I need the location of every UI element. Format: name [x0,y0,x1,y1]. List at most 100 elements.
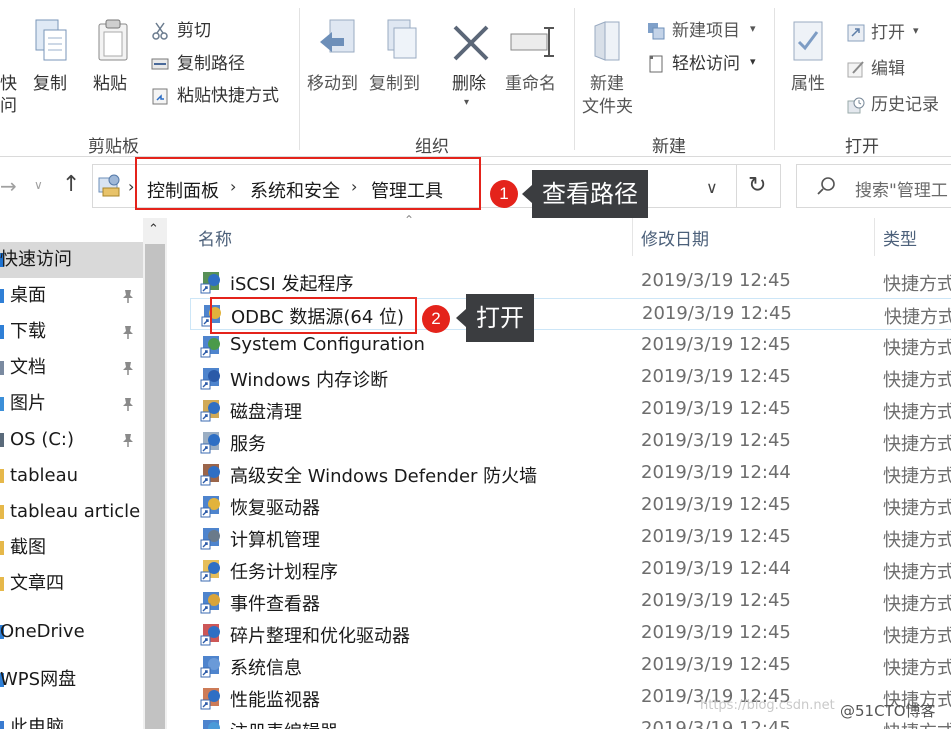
file-row[interactable]: 高级安全 Windows Defender 防火墙 2019/3/19 12:44… [190,458,951,490]
shortcut-app-icon [200,592,220,614]
copy-icon[interactable] [34,18,68,64]
file-row[interactable]: 恢复驱动器 2019/3/19 12:45 快捷方式 [190,490,951,522]
file-row[interactable]: 事件查看器 2019/3/19 12:45 快捷方式 [190,586,951,618]
easy-access-dropdown-chevron-icon[interactable]: ▾ [750,55,756,68]
nav-item[interactable]: 文档 [0,350,143,386]
nav-item[interactable]: 快速访问 [0,242,143,278]
file-row[interactable]: 注册表编辑器2019/3/19 12:45快捷方式 [190,714,951,729]
shortcut-app-icon [200,400,220,422]
column-divider[interactable] [874,218,875,256]
nav-item-label: 桌面 [10,285,46,306]
file-row[interactable]: Windows 内存诊断 2019/3/19 12:45 快捷方式 [190,362,951,394]
open-icon[interactable] [847,24,865,42]
copy-path-icon[interactable] [151,55,169,73]
file-row[interactable]: 碎片整理和优化驱动器 2019/3/19 12:45 快捷方式 [190,618,951,650]
pin-icon[interactable] [120,432,136,448]
folder-icon [0,469,4,483]
new-folder-button-line2[interactable]: 文件夹 [582,97,633,117]
pin-icon[interactable] [120,360,136,376]
nav-item[interactable]: 文章四 [0,566,143,602]
address-history-chevron-icon[interactable]: ∨ [706,178,718,197]
delete-icon[interactable] [452,24,490,62]
nav-item[interactable]: OneDrive [0,614,143,650]
scissors-icon[interactable] [151,22,169,40]
open-dropdown-chevron-icon[interactable]: ▾ [913,24,919,37]
delete-button[interactable]: 删除 [452,74,486,94]
pin-icon[interactable] [120,324,136,340]
new-folder-icon[interactable] [591,18,625,64]
move-to-icon[interactable] [318,18,358,64]
rename-icon[interactable] [509,26,557,60]
file-row[interactable]: 任务计划程序 2019/3/19 12:44 快捷方式 [190,554,951,586]
edit-button[interactable]: 编辑 [871,59,905,79]
copy-to-icon[interactable] [380,18,420,64]
nav-item[interactable]: 下载 [0,314,143,350]
pin-icon[interactable] [120,288,136,304]
nav-item[interactable]: WPS网盘 [0,662,143,698]
history-icon[interactable] [847,96,865,114]
nav-item[interactable]: tableau [0,458,143,494]
watermark-url: https://blog.csdn.net [700,698,835,713]
annotation-arrow [456,309,466,327]
file-row[interactable]: iSCSI 发起程序 2019/3/19 12:45 快捷方式 [190,266,951,298]
nav-item[interactable]: 此电脑 [0,710,143,729]
download-icon [0,325,4,339]
file-row[interactable]: System Configuration 2019/3/19 12:45 快捷方式 [190,330,951,362]
open-button[interactable]: 打开 [871,23,905,43]
properties-icon[interactable] [792,20,826,64]
file-row[interactable]: 计算机管理 2019/3/19 12:45 快捷方式 [190,522,951,554]
recent-locations-chevron-icon[interactable]: ∨ [34,178,43,192]
file-row[interactable]: 服务 2019/3/19 12:45 快捷方式 [190,426,951,458]
shortcut-app-icon [200,496,220,518]
column-header-name[interactable]: 名称 [198,225,232,250]
nav-item[interactable]: 截图 [0,530,143,566]
nav-scrollbar-thumb[interactable] [145,244,165,729]
new-item-icon[interactable] [647,22,665,40]
pin-quick-access-label-1[interactable]: 快 [0,74,17,94]
new-item-button[interactable]: 新建项目 [672,21,740,41]
paste-button[interactable]: 粘贴 [93,74,127,94]
file-name: 性能监视器 [230,690,320,711]
forward-arrow-icon[interactable]: → [0,174,17,198]
delete-dropdown-chevron-icon[interactable]: ▾ [464,97,469,108]
sort-ascending-chevron-icon[interactable]: ⌃ [404,213,414,227]
history-button[interactable]: 历史记录 [871,95,939,115]
shortcut-app-icon [200,688,220,710]
file-row[interactable]: 磁盘清理 2019/3/19 12:45 快捷方式 [190,394,951,426]
ribbon: 快 问 复制 粘贴 剪切 复制路径 粘贴快捷方式 剪贴板 移动到 复制到 删除 … [0,0,951,157]
up-arrow-icon[interactable]: ↑ [62,172,80,197]
scroll-up-chevron-icon[interactable]: ⌃ [148,222,159,237]
breadcrumb-separator-icon[interactable]: › [128,177,134,196]
column-divider[interactable] [632,218,633,256]
pin-icon[interactable] [120,396,136,412]
paste-shortcut-button[interactable]: 粘贴快捷方式 [177,86,279,106]
file-row[interactable]: 性能监视器 2019/3/19 12:45 快捷方式 [190,682,951,714]
move-to-button[interactable]: 移动到 [307,74,358,94]
drive-icon [0,433,4,447]
nav-item[interactable]: 图片 [0,386,143,422]
file-date: 2019/3/19 12:45 [641,622,791,643]
paste-shortcut-icon[interactable] [151,87,169,105]
paste-icon[interactable] [96,18,130,64]
easy-access-icon[interactable] [647,55,665,73]
nav-item[interactable]: OS (C:) [0,422,143,458]
copy-path-button[interactable]: 复制路径 [177,54,245,74]
rename-button[interactable]: 重命名 [505,74,556,94]
new-item-dropdown-chevron-icon[interactable]: ▾ [750,22,756,35]
nav-item[interactable]: tableau article [0,494,143,530]
shortcut-app-icon [200,432,220,454]
column-header-date[interactable]: 修改日期 [641,225,709,250]
refresh-icon[interactable]: ↻ [748,173,766,198]
nav-item[interactable]: 桌面 [0,278,143,314]
file-row[interactable]: 系统信息 2019/3/19 12:45 快捷方式 [190,650,951,682]
easy-access-button[interactable]: 轻松访问 [672,54,740,74]
column-header-type[interactable]: 类型 [883,225,917,250]
properties-button[interactable]: 属性 [791,74,825,94]
edit-icon[interactable] [847,60,865,78]
cut-button[interactable]: 剪切 [177,21,211,41]
copy-button[interactable]: 复制 [33,74,67,94]
pin-quick-access-label-2[interactable]: 问 [0,96,17,116]
copy-to-button[interactable]: 复制到 [369,74,420,94]
new-folder-button-line1[interactable]: 新建 [590,74,624,94]
ribbon-separator [574,8,575,150]
